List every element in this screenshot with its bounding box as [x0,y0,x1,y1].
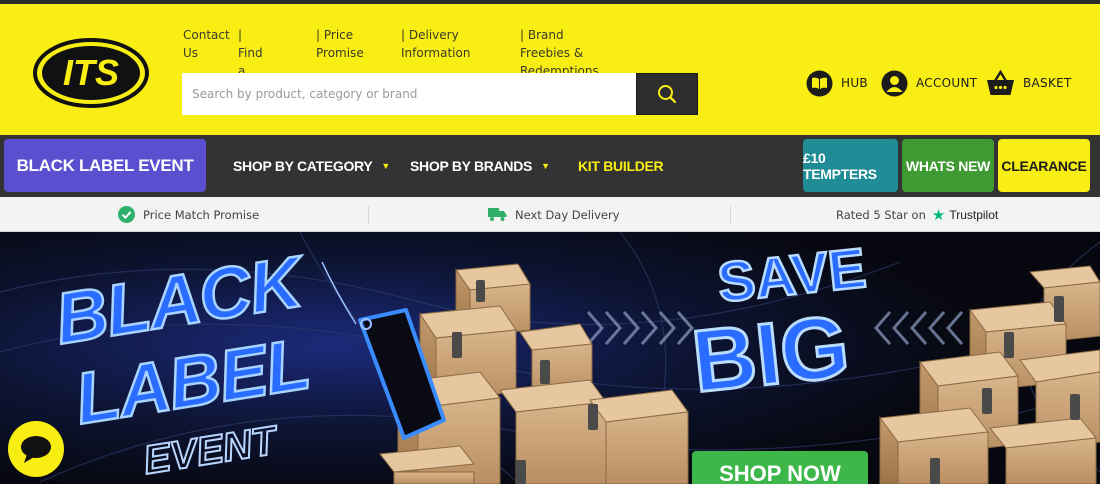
site-header: ITS Contact Us | Find a Store | Price Pr… [0,4,1100,135]
shop-by-brands-label: SHOP BY BRANDS [410,158,533,174]
its-logo[interactable]: ITS [33,38,149,108]
rated-label: Rated 5 Star on [836,207,926,222]
contact-us-link[interactable]: Contact Us [183,26,230,62]
brand-freebies-link[interactable]: | Brand Freebies & Redemptions [520,26,599,80]
search-bar [182,73,698,115]
whats-new-button[interactable]: WHATS NEW [902,139,994,192]
price-promise-link[interactable]: | Price Promise [316,26,364,62]
delivery-information-link[interactable]: | Delivery Information [401,26,470,62]
chevron-down-icon: ▼ [541,161,550,171]
trustpilot-rating[interactable]: Rated 5 Star on ★ Trustpilot [836,197,998,232]
chevron-down-icon: ▼ [381,161,390,171]
hub-button[interactable]: HUB [806,68,868,98]
search-input[interactable] [182,73,636,115]
basket-button[interactable]: BASKET [986,68,1072,98]
account-label: ACCOUNT [916,76,978,90]
basket-icon [987,70,1014,95]
shop-by-brands-menu[interactable]: SHOP BY BRANDS ▼ [410,135,550,197]
hub-label: HUB [841,76,868,90]
price-match-usp[interactable]: Price Match Promise [118,197,259,232]
truck-icon [488,208,507,221]
ten-pound-tempters-button[interactable]: £10 TEMPTERS [803,139,898,192]
logo-text: ITS [63,52,119,93]
basket-label: BASKET [1023,76,1072,90]
hero-artwork: BLACK LABEL EVENT SAVE BIG SHOP NOW [0,232,1100,484]
trustpilot-label: Trustpilot [949,207,999,222]
next-day-delivery-usp[interactable]: Next Day Delivery [488,197,620,232]
divider [730,206,731,224]
price-match-label: Price Match Promise [143,207,260,222]
trustpilot-star-icon: ★ [931,205,946,224]
kit-builder-link[interactable]: KIT BUILDER [578,135,664,197]
divider [368,206,369,224]
shop-by-category-menu[interactable]: SHOP BY CATEGORY ▼ [233,135,390,197]
usp-bar: Price Match Promise Next Day Delivery Ra… [0,197,1100,232]
black-label-event-button[interactable]: BLACK LABEL EVENT [4,139,206,192]
shop-now-label: SHOP NOW [719,461,841,484]
account-button[interactable]: ACCOUNT [881,68,977,98]
clearance-button[interactable]: CLEARANCE [998,139,1090,192]
hero-big: BIG [688,296,854,411]
check-circle-icon [118,206,135,223]
search-button[interactable] [636,73,698,115]
delivery-label: Next Day Delivery [515,207,620,222]
live-chat-button[interactable] [8,421,64,477]
hero-banner[interactable]: BLACK LABEL EVENT SAVE BIG SHOP NOW [0,232,1100,484]
user-icon [881,70,908,96]
chat-bubble-icon [21,436,51,463]
shop-by-category-label: SHOP BY CATEGORY [233,158,373,174]
book-icon [806,70,833,96]
main-nav: BLACK LABEL EVENT SHOP BY CATEGORY ▼ SHO… [0,135,1100,197]
search-icon [658,85,677,104]
